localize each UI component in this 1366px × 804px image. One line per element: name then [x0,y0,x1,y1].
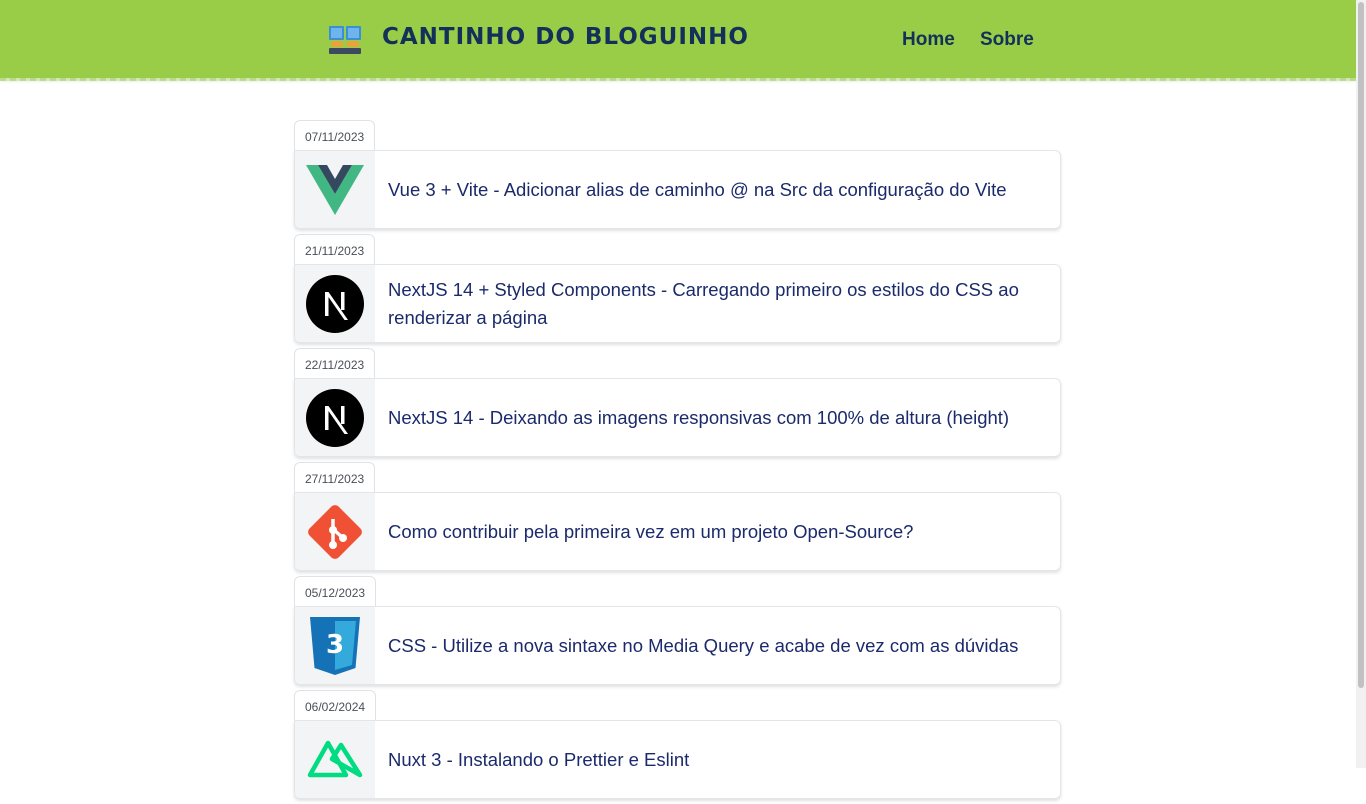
post-card[interactable]: Como contribuir pela primeira vez em um … [294,492,1061,571]
post-card[interactable]: Nuxt 3 - Instalando o Prettier e Eslint [294,720,1061,799]
post-card[interactable]: NextJS 14 + Styled Components - Carregan… [294,264,1061,343]
git-icon [308,504,362,559]
svg-text:3: 3 [326,630,344,660]
post-card[interactable]: NextJS 14 - Deixando as imagens responsi… [294,378,1061,457]
post-card[interactable]: 3 CSS - Utilize a nova sintaxe no Media … [294,606,1061,685]
css3-icon: 3 [310,616,360,675]
post-item: 27/11/2023 Como contribuir pela primeira… [294,462,1062,576]
nextjs-icon [306,388,364,447]
post-date: 06/02/2024 [294,690,377,720]
post-item: 07/11/2023 Vue 3 + Vite - Adicionar alia… [294,120,1062,234]
post-date: 05/12/2023 [294,576,377,606]
nav-home-link[interactable]: Home [902,29,955,51]
post-thumbnail [295,379,375,456]
post-date: 21/11/2023 [294,234,376,264]
nav-sobre-link[interactable]: Sobre [980,29,1034,51]
book-icon[interactable] [327,22,363,58]
post-thumbnail: 3 [295,607,375,684]
post-thumbnail [295,151,375,228]
site-header: CANTINHO DO BLOGUINHO Home Sobre [0,0,1356,81]
post-card[interactable]: Vue 3 + Vite - Adicionar alias de caminh… [294,150,1061,229]
post-item: 21/11/2023 NextJS 14 + Styled Components… [294,234,1062,348]
post-item: 06/02/2024 Nuxt 3 - Instalando o Prettie… [294,690,1062,804]
scrollbar-thumb[interactable] [1358,2,1364,688]
post-thumbnail [295,265,375,342]
post-thumbnail [295,493,375,570]
post-item: 22/11/2023 NextJS 14 - Deixando as image… [294,348,1062,462]
post-date: 07/11/2023 [294,120,376,150]
post-title: CSS - Utilize a nova sintaxe no Media Qu… [388,634,1019,656]
nuxt-icon [307,740,363,777]
post-date: 22/11/2023 [294,348,376,378]
post-item: 05/12/2023 3 CSS - Utilize a nova sintax… [294,576,1062,690]
post-list: 07/11/2023 Vue 3 + Vite - Adicionar alia… [294,120,1062,804]
post-title: NextJS 14 - Deixando as imagens responsi… [388,406,1010,428]
post-date: 27/11/2023 [294,462,376,492]
site-title[interactable]: CANTINHO DO BLOGUINHO [382,24,749,50]
post-title: NextJS 14 + Styled Components - Carregan… [388,278,1019,328]
page-scrollbar[interactable] [1356,0,1366,768]
post-thumbnail [295,721,375,798]
vue-icon [306,164,364,215]
nextjs-icon [306,274,364,333]
post-title: Como contribuir pela primeira vez em um … [388,520,914,542]
post-title: Nuxt 3 - Instalando o Prettier e Eslint [388,748,690,770]
post-title: Vue 3 + Vite - Adicionar alias de caminh… [388,178,1007,200]
